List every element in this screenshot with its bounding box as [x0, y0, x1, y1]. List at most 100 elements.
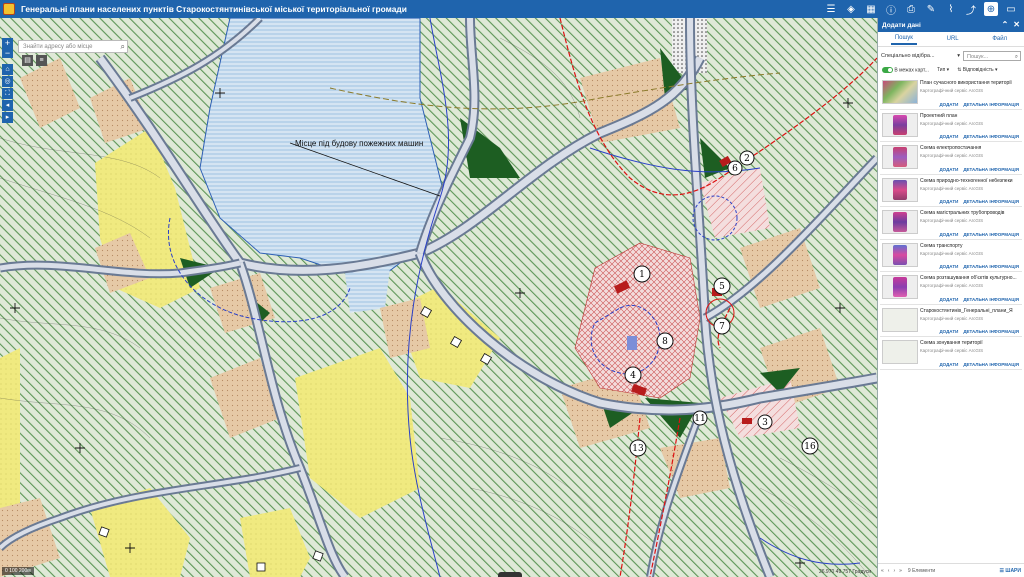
item-type: Картографічний сервіс ArcGIS — [920, 218, 984, 224]
site-marker[interactable]: 6 — [727, 160, 743, 176]
panel-search-placeholder: Пошук... — [967, 54, 989, 60]
layer-list-icon[interactable]: ≡ — [36, 55, 47, 66]
search-icon[interactable]: ⌕ — [121, 42, 125, 52]
search-icon[interactable]: ⌕ — [1015, 52, 1018, 62]
add-button[interactable]: ДОДАТИ — [939, 297, 958, 302]
details-button[interactable]: ДЕТАЛЬНА ІНФОРМАЦІЯ — [963, 134, 1019, 139]
item-type: Картографічний сервіс ArcGIS — [920, 120, 984, 126]
home-icon[interactable]: ⌂ — [2, 64, 13, 75]
last-page-icon[interactable]: » — [899, 568, 902, 574]
site-marker[interactable]: 7 — [713, 317, 731, 335]
list-item[interactable]: Проектний план Картографічний сервіс ArcG… — [880, 110, 1022, 143]
reservoir-tail — [345, 268, 390, 313]
site-label: 8 — [662, 337, 668, 347]
fullscreen-icon[interactable]: ⛶ — [2, 88, 13, 99]
tab-file[interactable]: Файл — [988, 34, 1011, 44]
grid-icon[interactable]: ▦ — [864, 2, 878, 16]
measure-icon[interactable]: ⌇ — [944, 2, 958, 16]
collapse-icon[interactable]: ⌃ — [1002, 20, 1009, 29]
layers-button[interactable]: ☰ ШАРИ — [1000, 568, 1021, 574]
details-button[interactable]: ДЕТАЛЬНА ІНФОРМАЦІЯ — [963, 232, 1019, 237]
list-item[interactable]: Схема розташування об'єктів культурно...… — [880, 272, 1022, 305]
header-toolbar: ☰ ◈ ▦ ⓘ ⎙ ✎ ⌇ ⤴ ⊕ ▭ — [824, 2, 1018, 17]
app-title: Генеральні плани населених пунктів Старо… — [21, 4, 407, 14]
site-marker[interactable]: 1 — [633, 265, 651, 283]
list-item[interactable]: Схема природно-техногенної небезпеки Карт… — [880, 175, 1022, 208]
add-button[interactable]: ДОДАТИ — [939, 102, 958, 107]
details-button[interactable]: ДЕТАЛЬНА ІНФОРМАЦІЯ — [963, 167, 1019, 172]
item-thumbnail — [882, 80, 918, 105]
item-thumbnail — [882, 242, 918, 267]
site-marker[interactable]: 16 — [801, 437, 819, 455]
site-marker[interactable]: 3 — [757, 414, 773, 430]
add-button[interactable]: ДОДАТИ — [939, 362, 958, 367]
add-button[interactable]: ДОДАТИ — [939, 232, 958, 237]
chevron-down-icon[interactable]: ▾ — [957, 53, 960, 59]
print-icon[interactable]: ⎙ — [904, 2, 918, 16]
source-select[interactable]: Спеціально відібра... — [881, 53, 954, 59]
toggle-switch[interactable] — [882, 67, 893, 73]
close-icon[interactable]: ✕ — [1013, 20, 1020, 29]
attribute-table-handle[interactable] — [498, 572, 522, 577]
layers-button-label: ШАРИ — [1005, 567, 1021, 574]
site-label: 11 — [694, 414, 705, 424]
site-marker[interactable]: 11 — [692, 410, 708, 426]
add-button[interactable]: ДОДАТИ — [939, 329, 958, 334]
item-type: Картографічний сервіс ArcGIS — [920, 153, 984, 159]
item-name: Схема зонування території — [920, 340, 983, 347]
list-item[interactable]: Схема зонування території Картографічний … — [880, 337, 1022, 370]
add-button[interactable]: ДОДАТИ — [939, 199, 958, 204]
draw-icon[interactable]: ✎ — [924, 2, 938, 16]
item-thumbnail — [882, 145, 918, 170]
site-marker[interactable]: 13 — [629, 439, 647, 457]
map-view[interactable]: Місце під будову пожежних машин 1 2 3 4 … — [0, 18, 877, 577]
add-button[interactable]: ДОДАТИ — [939, 264, 958, 269]
next-page-icon[interactable]: › — [893, 568, 895, 574]
list-item[interactable]: План сучасного використання території Кар… — [880, 77, 1022, 110]
next-extent-icon[interactable]: ▸ — [2, 112, 13, 123]
tab-url[interactable]: URL — [943, 34, 963, 44]
panel-title: Додати дані — [882, 21, 921, 29]
item-thumbnail — [882, 307, 918, 332]
details-button[interactable]: ДЕТАЛЬНА ІНФОРМАЦІЯ — [963, 199, 1019, 204]
sort-dropdown[interactable]: ⇅ Відповідність ▾ — [957, 67, 997, 73]
list-item[interactable]: Схема магістральних трубопроводів Картогр… — [880, 207, 1022, 240]
details-button[interactable]: ДЕТАЛЬНА ІНФОРМАЦІЯ — [963, 297, 1019, 302]
tab-search[interactable]: Пошук — [890, 33, 917, 45]
list-item[interactable]: Схема електропостачання Картографічний се… — [880, 142, 1022, 175]
type-dropdown[interactable]: Тип ▾ — [937, 67, 949, 73]
map-search-input[interactable]: Знайти адресу або місце ⌕ — [18, 40, 128, 53]
layers-icon[interactable]: ◈ — [844, 2, 858, 16]
share-icon[interactable]: ⤴ — [964, 2, 978, 17]
details-button[interactable]: ДЕТАЛЬНА ІНФОРМАЦІЯ — [963, 362, 1019, 367]
extent-toggle[interactable]: В межах карт... — [882, 67, 929, 73]
add-button[interactable]: ДОДАТИ — [939, 134, 958, 139]
details-button[interactable]: ДЕТАЛЬНА ІНФОРМАЦІЯ — [963, 102, 1019, 107]
site-label: 6 — [732, 164, 738, 174]
list-icon[interactable]: ☰ — [824, 2, 838, 16]
item-thumbnail — [882, 340, 918, 365]
legend-icon[interactable]: ▤ — [22, 55, 33, 66]
item-type: Картографічний сервіс ArcGIS — [920, 348, 984, 354]
first-page-icon[interactable]: « — [881, 568, 884, 574]
list-item[interactable]: Старокостянтинів_Генеральні_плани_Я Карто… — [880, 305, 1022, 338]
list-item[interactable]: Схема транспорту Картографічний сервіс Ar… — [880, 240, 1022, 273]
panel-search-input[interactable]: Пошук... ⌕ — [963, 51, 1021, 61]
add-data-icon[interactable]: ⊕ — [984, 2, 998, 16]
prev-page-icon[interactable]: ‹ — [888, 568, 890, 574]
site-marker[interactable]: 5 — [713, 277, 731, 295]
details-button[interactable]: ДЕТАЛЬНА ІНФОРМАЦІЯ — [963, 264, 1019, 269]
details-button[interactable]: ДЕТАЛЬНА ІНФОРМАЦІЯ — [963, 329, 1019, 334]
locate-icon[interactable]: ◎ — [2, 76, 13, 87]
previous-extent-icon[interactable]: ◂ — [2, 100, 13, 111]
site-marker[interactable]: 4 — [624, 366, 642, 384]
info-icon[interactable]: ⓘ — [884, 2, 898, 17]
zoom-out-button[interactable]: − — [2, 48, 13, 58]
app-header: Генеральні плани населених пунктів Старо… — [0, 0, 1024, 18]
add-button[interactable]: ДОДАТИ — [939, 167, 958, 172]
site-marker[interactable]: 8 — [656, 332, 674, 350]
zoom-in-button[interactable]: + — [2, 38, 13, 48]
site-marker[interactable]: 2 — [739, 150, 755, 166]
panel-tabs: Пошук URL Файл — [878, 32, 1024, 47]
basemap-icon[interactable]: ▭ — [1004, 2, 1018, 16]
